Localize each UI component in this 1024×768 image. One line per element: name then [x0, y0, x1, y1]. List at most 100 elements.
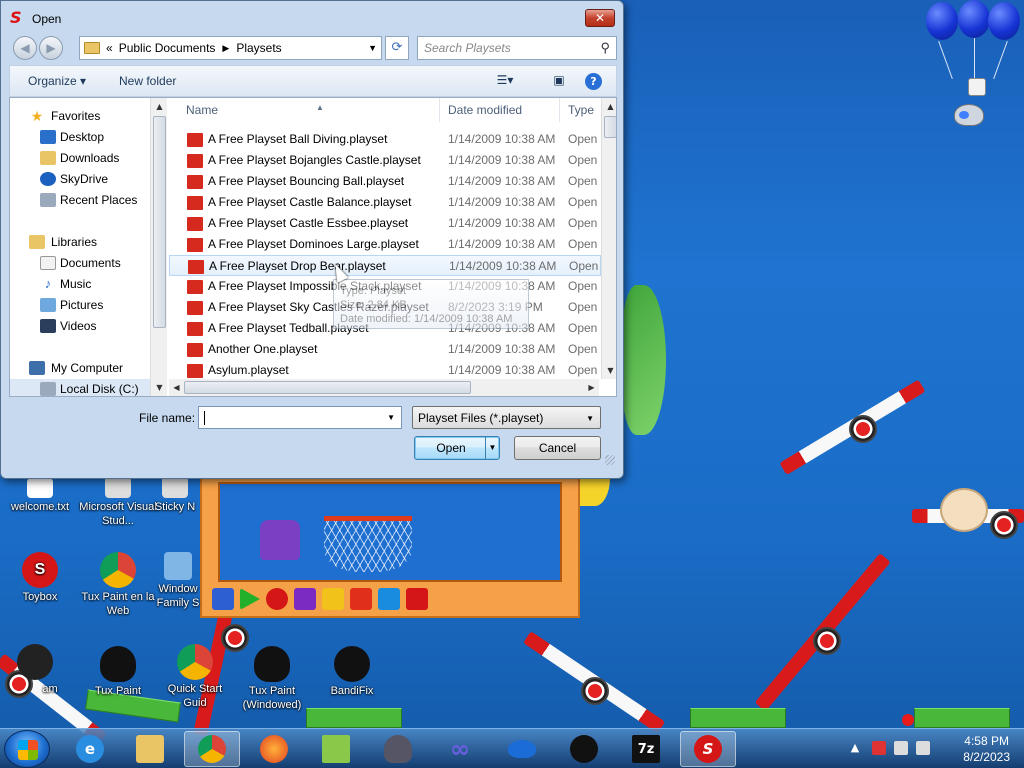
back-button[interactable]: ◀: [13, 36, 37, 60]
resize-grip-icon[interactable]: [605, 455, 615, 465]
column-header-date[interactable]: Date modified: [440, 98, 560, 122]
file-row[interactable]: A Free Playset Castle Essbee.playset 1/14…: [169, 213, 602, 234]
forward-button[interactable]: ▶: [39, 36, 63, 60]
scroll-up-icon[interactable]: ▲: [151, 98, 167, 115]
clock[interactable]: 4:58 PM 8/2/2023: [963, 733, 1010, 765]
file-row[interactable]: A Free Playset Castle Balance.playset 1/1…: [169, 192, 602, 213]
square-tool-icon[interactable]: [322, 588, 344, 610]
desktop-icon-tuxpaint[interactable]: Tux Paint: [78, 646, 158, 698]
file-row[interactable]: A Free Playset Bouncing Ball.playset 1/14…: [169, 171, 602, 192]
file-row[interactable]: A Free Playset Ball Diving.playset 1/14/2…: [169, 129, 602, 150]
desktop-icon-tuxpaint-web[interactable]: Tux Paint en la Web: [78, 552, 158, 618]
file-name-input[interactable]: ▼: [198, 406, 402, 429]
title-bar[interactable]: S Open ✕: [1, 1, 623, 31]
column-header-type[interactable]: Type: [560, 98, 602, 122]
nav-desktop[interactable]: Desktop: [10, 127, 150, 148]
taskbar-bandi[interactable]: [370, 731, 426, 767]
taskbar-7zip[interactable]: 7z: [618, 731, 674, 767]
nav-videos[interactable]: Videos: [10, 316, 150, 337]
desktop-icon-quickstart[interactable]: Quick Start Guid: [155, 644, 235, 710]
nav-local-disk[interactable]: Local Disk (C:): [10, 379, 150, 396]
desktop-icon-windows-family[interactable]: Window Family S: [150, 552, 206, 610]
file-scrollbar[interactable]: ▲ ▼: [601, 98, 616, 379]
horizontal-scroll-thumb[interactable]: [184, 381, 471, 394]
file-type-select[interactable]: Playset Files (*.playset) ▼: [412, 406, 601, 429]
nav-skydrive[interactable]: SkyDrive: [10, 169, 150, 190]
music-note-icon[interactable]: [350, 588, 372, 610]
scroll-down-icon[interactable]: ▼: [602, 362, 616, 379]
taskbar-onedrive[interactable]: [494, 731, 550, 767]
scroll-right-icon[interactable]: ▶: [584, 379, 599, 396]
open-options-chevron-icon[interactable]: ▼: [485, 437, 499, 459]
play-icon[interactable]: [240, 588, 260, 610]
desktop-icon-sticky[interactable]: Sticky N: [150, 476, 200, 514]
help-icon[interactable]: ?: [585, 73, 602, 90]
nav-pictures[interactable]: Pictures: [10, 295, 150, 316]
help-question-icon[interactable]: [378, 588, 400, 610]
desktop-icon-msvs[interactable]: Microsoft Visual Stud...: [78, 476, 158, 528]
nav-scroll-thumb[interactable]: [153, 116, 166, 328]
nav-favorites[interactable]: ★ Favorites: [10, 106, 150, 127]
chevron-down-icon[interactable]: ▼: [586, 414, 594, 423]
game-playfield[interactable]: [218, 482, 562, 582]
open-button[interactable]: Open ▼: [414, 436, 500, 460]
new-folder-button[interactable]: New folder: [119, 74, 176, 88]
search-input[interactable]: Search Playsets ⚲: [417, 36, 617, 60]
horizontal-scrollbar[interactable]: ◀ ▶: [169, 379, 599, 396]
desktop-icon-bandifix[interactable]: BandiFix: [312, 646, 392, 698]
logo-s-icon[interactable]: [406, 588, 428, 610]
file-scroll-thumb[interactable]: [604, 116, 616, 138]
file-row[interactable]: A Free Playset Bojangles Castle.playset 1…: [169, 150, 602, 171]
file-row[interactable]: Asylum.playset 1/14/2009 10:38 AM Open I: [169, 360, 602, 381]
desktop-icon-tuxpaint-windowed[interactable]: Tux Paint (Windowed): [232, 646, 312, 712]
organize-button[interactable]: Organize ▾: [28, 74, 86, 88]
tray-expand-icon[interactable]: ▲: [848, 741, 862, 755]
chevron-down-icon[interactable]: ▼: [387, 413, 395, 422]
chevron-down-icon[interactable]: ▼: [368, 43, 377, 53]
scroll-left-icon[interactable]: ◀: [169, 379, 184, 396]
nav-downloads[interactable]: Downloads: [10, 148, 150, 169]
preview-pane-icon[interactable]: ▣: [550, 73, 568, 89]
network-icon[interactable]: [894, 741, 908, 755]
rewind-icon[interactable]: [294, 588, 316, 610]
desktop-icon-welcome[interactable]: welcome.txt: [0, 478, 80, 514]
refresh-button[interactable]: ⟳: [385, 36, 409, 60]
volume-icon[interactable]: [916, 741, 930, 755]
nav-music[interactable]: ♪ Music: [10, 274, 150, 295]
file-row[interactable]: Another One.playset 1/14/2009 10:38 AM Ope…: [169, 339, 602, 360]
address-bar[interactable]: « Public Documents ▶ Playsets ▼: [79, 36, 382, 60]
nav-scrollbar[interactable]: ▲ ▼: [150, 98, 167, 396]
view-options-icon[interactable]: ☰▾: [496, 73, 514, 89]
start-button[interactable]: [4, 730, 50, 768]
scroll-down-icon[interactable]: ▼: [151, 379, 167, 396]
column-header-name[interactable]: Name ▲: [178, 98, 440, 122]
breadcrumb-playsets[interactable]: Playsets: [236, 41, 281, 55]
cancel-button[interactable]: Cancel: [514, 436, 601, 460]
taskbar-firefox[interactable]: [246, 731, 302, 767]
breadcrumb-overflow[interactable]: «: [106, 41, 113, 55]
desktop-icon-steam[interactable]: am: [0, 644, 70, 696]
search-icon[interactable]: ⚲: [600, 40, 610, 56]
taskbar-tuxpaint[interactable]: [556, 731, 612, 767]
taskbar-chart-app[interactable]: [308, 731, 364, 767]
game-window[interactable]: [200, 470, 580, 618]
taskbar-crazy-machines[interactable]: S: [680, 731, 736, 767]
scroll-up-icon[interactable]: ▲: [602, 98, 616, 115]
close-button[interactable]: ✕: [585, 9, 615, 27]
nav-recent-places[interactable]: Recent Places: [10, 190, 150, 211]
taskbar-chrome[interactable]: [184, 731, 240, 767]
nav-documents[interactable]: Documents: [10, 253, 150, 274]
breadcrumb-public-documents[interactable]: Public Documents: [119, 41, 216, 55]
taskbar-infinity[interactable]: ∞: [432, 731, 488, 767]
taskbar-ie[interactable]: e: [62, 731, 118, 767]
action-center-icon[interactable]: [872, 741, 886, 755]
file-row[interactable]: A Free Playset Dominoes Large.playset 1/1…: [169, 234, 602, 255]
taskbar-explorer[interactable]: [122, 731, 178, 767]
nav-my-computer[interactable]: My Computer: [10, 358, 150, 379]
desktop-icon-toybox[interactable]: S Toybox: [0, 552, 80, 604]
file-row[interactable]: A Free Playset Drop Bear.playset 1/14/200…: [169, 255, 603, 276]
breadcrumb-separator-icon[interactable]: ▶: [222, 43, 229, 54]
blue-tool-icon[interactable]: [212, 588, 234, 610]
stop-icon[interactable]: [266, 588, 288, 610]
nav-libraries[interactable]: Libraries: [10, 232, 150, 253]
